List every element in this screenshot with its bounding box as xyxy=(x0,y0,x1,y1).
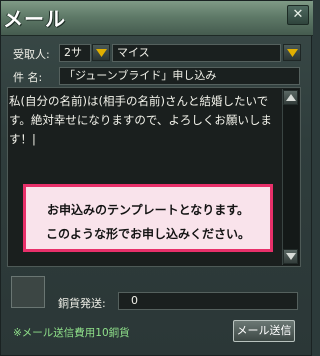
template-notice: お申込みのテンプレートとなります。 このような形でお申し込みください。 xyxy=(23,184,273,252)
message-body-text[interactable]: 私(自分の名前)は(相手の名前)さんと結婚したいです。絶対幸せになりますので、よ… xyxy=(9,92,285,149)
coin-send-input[interactable]: 0 xyxy=(118,292,298,310)
recipient-name-value: マイス xyxy=(117,46,150,59)
subject-value: 「ジューンブライド」申し込み xyxy=(64,69,217,82)
notice-line-2: このような形でお申し込みください。 xyxy=(45,227,250,241)
attachment-slot[interactable] xyxy=(11,276,45,308)
chevron-down-icon xyxy=(96,49,107,57)
recipient-label: 受取人: xyxy=(13,48,50,61)
subject-label: 件 名: xyxy=(13,71,43,84)
arrow-up-icon xyxy=(286,94,296,101)
mail-window: メール ✕ 受取人: 2サ マイス 件 名: 「ジューンブライド」申し込み 私(… xyxy=(0,0,313,356)
scroll-up-button[interactable] xyxy=(283,90,298,105)
title-bar[interactable]: メール ✕ xyxy=(1,1,313,36)
recipient-server-value: 2サ xyxy=(64,46,82,59)
send-mail-button[interactable]: メール送信 xyxy=(233,320,295,342)
close-icon[interactable]: ✕ xyxy=(287,5,309,25)
recipient-server-dropdown-button[interactable] xyxy=(92,44,110,61)
subject-input[interactable]: 「ジューンブライド」申し込み xyxy=(59,67,300,85)
window-title: メール xyxy=(3,7,66,31)
mail-fee-note: ※メール送信費用10銅貨 xyxy=(13,327,130,339)
recipient-name-dropdown-button[interactable] xyxy=(283,44,301,61)
recipient-name-input[interactable]: マイス xyxy=(112,44,281,62)
coin-send-label: 銅貨発送: xyxy=(58,297,106,310)
chevron-down-icon xyxy=(287,49,298,57)
coin-send-value: 0 xyxy=(131,294,138,307)
message-scrollbar[interactable] xyxy=(282,89,299,265)
notice-line-1: お申込みのテンプレートとなります。 xyxy=(46,203,250,217)
arrow-down-icon xyxy=(286,253,296,260)
recipient-server-select[interactable]: 2サ xyxy=(59,44,91,62)
scroll-down-button[interactable] xyxy=(283,249,298,264)
